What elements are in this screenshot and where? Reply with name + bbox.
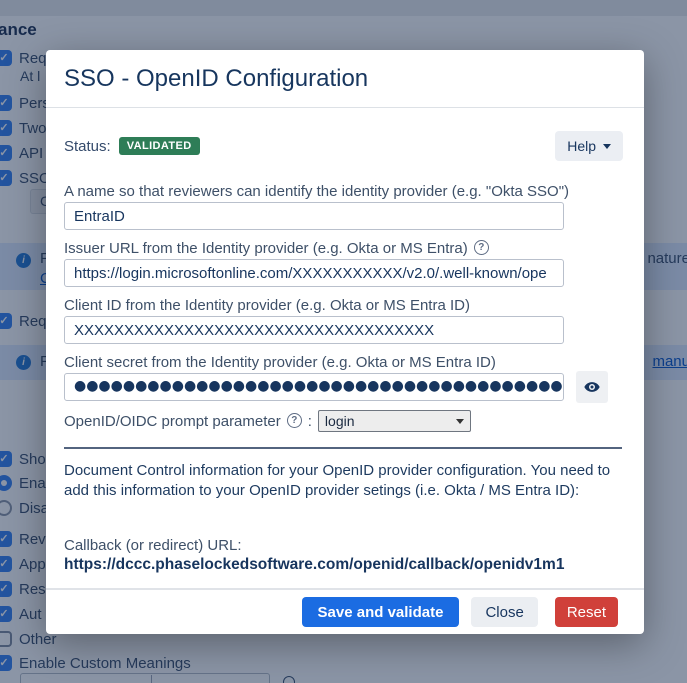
help-dropdown[interactable]: Help	[555, 131, 623, 161]
close-button[interactable]: Close	[471, 597, 538, 627]
help-dropdown-label: Help	[567, 138, 596, 154]
reset-button[interactable]: Reset	[554, 597, 618, 627]
dialog-title: SSO - OpenID Configuration	[64, 65, 369, 92]
prompt-separator: :	[307, 412, 312, 430]
name-input[interactable]	[64, 202, 564, 230]
prompt-selected-option: login	[324, 413, 355, 429]
status-row: Status: VALIDATED	[64, 131, 200, 161]
prompt-parameter-row: OpenID/OIDC prompt parameter ? : login	[64, 410, 471, 432]
callback-url-label: Callback (or redirect) URL:	[64, 537, 242, 554]
client-secret-input[interactable]: ●●●●●●●●●●●●●●●●●●●●●●●●●●●●●●●●●●●●●●●●	[64, 373, 564, 401]
question-mark-icon[interactable]: ?	[473, 240, 489, 255]
document-control-info-text: Document Control information for your Op…	[64, 462, 611, 499]
issuer-url-input[interactable]	[64, 259, 564, 287]
client-id-field-label: Client ID from the Identity provider (e.…	[64, 297, 470, 314]
status-label: Status:	[64, 137, 111, 155]
chevron-down-icon	[455, 418, 464, 424]
show-secret-button[interactable]	[576, 371, 608, 403]
name-field-label: A name so that reviewers can identify th…	[64, 183, 570, 200]
sso-openid-config-dialog: SSO - OpenID Configuration Status: VALID…	[46, 50, 644, 634]
eye-icon	[584, 382, 600, 392]
screen: ance ✓ Req At l ✓ Pers ✓ Two ✓ API ✓ SSO…	[0, 0, 687, 683]
client-secret-field-label: Client secret from the Identity provider…	[64, 354, 496, 371]
prompt-parameter-label: OpenID/OIDC prompt parameter	[64, 412, 281, 430]
chevron-down-icon	[603, 143, 611, 149]
save-and-validate-button[interactable]: Save and validate	[301, 597, 460, 627]
prompt-parameter-select[interactable]: login	[317, 410, 471, 432]
question-mark-icon[interactable]: ?	[286, 412, 302, 428]
section-divider	[64, 447, 622, 449]
status-badge: VALIDATED	[118, 137, 200, 155]
client-id-input[interactable]	[64, 316, 564, 344]
header-divider	[46, 107, 644, 108]
dialog-footer: Save and validate Close Reset	[46, 588, 644, 634]
callback-url-value: https://dccc.phaselockedsoftware.com/ope…	[64, 556, 565, 573]
issuer-field-label: Issuer URL from the Identity provider (e…	[64, 240, 489, 257]
